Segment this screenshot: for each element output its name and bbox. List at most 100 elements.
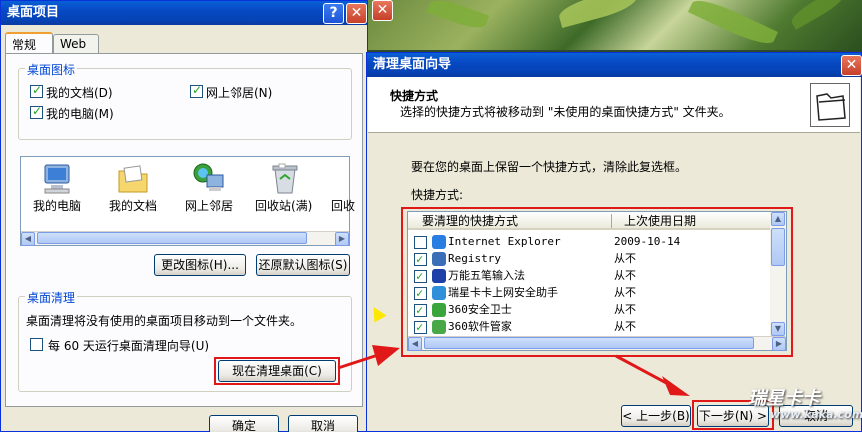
dialog-title: 桌面项目 — [7, 5, 60, 20]
shortcut-checkbox[interactable] — [414, 236, 427, 249]
shortcut-row[interactable]: 万能五笔输入法 从不 — [412, 268, 768, 285]
run-every-60-days-checkbox[interactable] — [30, 338, 43, 351]
vertical-scroll-thumb[interactable] — [771, 228, 785, 266]
run-every-60-days-label: 每 60 天运行桌面清理向导(U) — [48, 339, 210, 353]
wizard-header-title: 快捷方式 — [390, 89, 439, 103]
scroll-right-icon[interactable]: ▶ — [335, 232, 349, 246]
icon-list-horizontal-scrollbar[interactable]: ◀ ▶ — [21, 231, 349, 246]
watermark-brand: 瑞星卡卡 — [748, 388, 820, 409]
change-icon-button-label: 更改图标(H)... — [161, 258, 239, 272]
desktop-items-dialog: 桌面项目 ? ✕ 常规 Web 桌面图标 我的文档(D) 网上邻居(N) 我的电… — [0, 0, 368, 432]
shortcut-row[interactable]: 瑞星卡卡上网安全助手 从不 — [412, 285, 768, 302]
list-scroll-left-icon[interactable]: ◀ — [408, 337, 422, 351]
my-computer-icon[interactable] — [39, 163, 75, 195]
shortcut-checkbox[interactable] — [414, 319, 427, 335]
recycle-bin-partial-label: 回收 — [331, 199, 356, 213]
wizard-header-description: 选择的快捷方式将被移动到 "未使用的桌面快捷方式" 文件夹。 — [400, 105, 731, 119]
shortcut-name: 360软件管家 — [448, 320, 512, 333]
tab-general-label: 常规 — [12, 38, 37, 52]
shortcut-row[interactable]: Registry 从不 — [412, 251, 768, 268]
scroll-down-icon[interactable]: ▼ — [771, 322, 785, 336]
scroll-left-icon[interactable]: ◀ — [21, 232, 35, 246]
shortcut-name: Registry — [448, 252, 501, 265]
general-tab-panel: 桌面图标 我的文档(D) 网上邻居(N) 我的电脑(M) 我的电脑 我的文档 网… — [5, 53, 363, 407]
watermark-url: www.kaka.com — [770, 408, 862, 421]
tab-general[interactable]: 常规 — [5, 32, 53, 54]
help-icon[interactable]: ? — [323, 3, 344, 24]
cleanup-wizard-window: 清理桌面向导 ✕ 快捷方式 选择的快捷方式将被移动到 "未使用的桌面快捷方式" … — [366, 52, 862, 432]
my-computer-icon-label: 我的电脑 — [33, 199, 82, 213]
my-computer-checkbox[interactable] — [30, 104, 43, 119]
restore-default-button-label: 还原默认图标(S) — [258, 258, 348, 272]
shortcut-list[interactable]: 要清理的快捷方式 上次使用日期 Internet Explorer 2009-10… — [407, 211, 787, 351]
network-places-icon-label: 网上邻居 — [185, 199, 234, 213]
shortcut-checkbox[interactable] — [414, 268, 427, 284]
tab-web[interactable]: Web — [53, 34, 99, 54]
shortcut-name: 360安全卫士 — [448, 303, 512, 316]
network-places-checkbox[interactable] — [190, 83, 203, 98]
recycle-bin-full-icon[interactable] — [267, 163, 303, 195]
column-divider — [611, 214, 612, 228]
wizard-title-bar[interactable]: 清理桌面向导 — [367, 53, 861, 77]
shortcut-last-used: 从不 — [614, 286, 636, 299]
background-window-close-icon[interactable]: ✕ — [372, 0, 393, 21]
shortcut-row[interactable]: 360软件管家 从不 — [412, 319, 768, 336]
cleanup-description: 桌面清理将没有使用的桌面项目移动到一个文件夹。 — [26, 314, 303, 328]
shortcut-checkbox[interactable] — [414, 251, 427, 267]
shortcut-name: 瑞星卡卡上网安全助手 — [448, 286, 558, 299]
column-shortcut-name[interactable]: 要清理的快捷方式 — [422, 212, 518, 230]
wizard-header: 快捷方式 选择的快捷方式将被移动到 "未使用的桌面快捷方式" 文件夹。 — [368, 77, 860, 133]
list-scroll-right-icon[interactable]: ▶ — [772, 337, 786, 351]
shortcut-app-icon — [432, 286, 446, 300]
ok-button[interactable]: 确定 — [209, 415, 279, 432]
folder-icon — [810, 83, 850, 127]
scroll-thumb[interactable] — [37, 232, 307, 244]
clean-now-highlight — [214, 357, 340, 385]
shortcut-checkbox[interactable] — [414, 285, 427, 301]
shortcut-last-used: 从不 — [614, 269, 636, 282]
back-button[interactable]: < 上一步(B) — [621, 405, 691, 427]
wizard-title: 清理桌面向导 — [373, 57, 452, 72]
network-places-icon[interactable] — [191, 163, 227, 195]
shortcut-app-icon — [432, 252, 446, 266]
shortcut-last-used: 从不 — [614, 303, 636, 316]
my-documents-checkbox[interactable] — [30, 83, 43, 98]
shortcut-last-used: 2009-10-14 — [614, 235, 681, 248]
network-places-label: 网上邻居(N) — [206, 86, 273, 100]
shortcuts-label: 快捷方式: — [411, 188, 464, 202]
desktop-cleanup-group-label: 桌面清理 — [25, 289, 78, 306]
wizard-instruction: 要在您的桌面上保留一个快捷方式，清除此复选框。 — [411, 160, 688, 174]
my-documents-label: 我的文档(D) — [46, 86, 113, 100]
change-icon-button[interactable]: 更改图标(H)... — [154, 254, 246, 276]
back-button-label: < 上一步(B) — [622, 409, 690, 423]
desktop-wallpaper — [368, 0, 862, 50]
shortcut-app-icon — [432, 303, 446, 317]
shortcut-row[interactable]: Internet Explorer 2009-10-14 — [412, 234, 768, 251]
recycle-bin-icon-label: 回收站(满) — [255, 199, 313, 213]
shortcut-name: 万能五笔输入法 — [448, 269, 525, 282]
wizard-close-icon[interactable]: ✕ — [841, 55, 862, 76]
shortcut-app-icon — [432, 320, 446, 334]
list-scroll-thumb[interactable] — [424, 337, 754, 349]
shortcut-checkbox[interactable] — [414, 302, 427, 318]
my-documents-icon[interactable] — [115, 163, 151, 195]
column-last-used[interactable]: 上次使用日期 — [624, 212, 696, 230]
dialog-title-bar[interactable]: 桌面项目 — [1, 1, 367, 25]
restore-default-icon-button[interactable]: 还原默认图标(S) — [256, 254, 350, 276]
shortcut-app-icon — [432, 235, 446, 249]
list-horizontal-scrollbar[interactable]: ◀ ▶ — [408, 336, 786, 351]
shortcut-row[interactable]: 360安全卫士 从不 — [412, 302, 768, 319]
desktop-icons-group-label: 桌面图标 — [25, 61, 78, 78]
list-vertical-scrollbar[interactable]: ▲ ▼ — [770, 212, 786, 336]
close-icon[interactable]: ✕ — [346, 3, 367, 24]
desktop-icons-group: 桌面图标 — [18, 61, 352, 140]
shortcut-last-used: 从不 — [614, 320, 636, 333]
dialog-cancel-button[interactable]: 取消 — [288, 415, 358, 432]
scroll-up-icon[interactable]: ▲ — [771, 212, 785, 226]
shortcut-app-icon — [432, 269, 446, 283]
ok-button-label: 确定 — [231, 419, 256, 432]
shortcut-list-header: 要清理的快捷方式 上次使用日期 — [408, 212, 770, 230]
desktop-icon-list[interactable]: 我的电脑 我的文档 网上邻居 回收站(满) 回收 ◀ ▶ — [20, 156, 355, 246]
shortcut-name: Internet Explorer — [448, 235, 561, 248]
my-computer-label: 我的电脑(M) — [46, 107, 114, 121]
